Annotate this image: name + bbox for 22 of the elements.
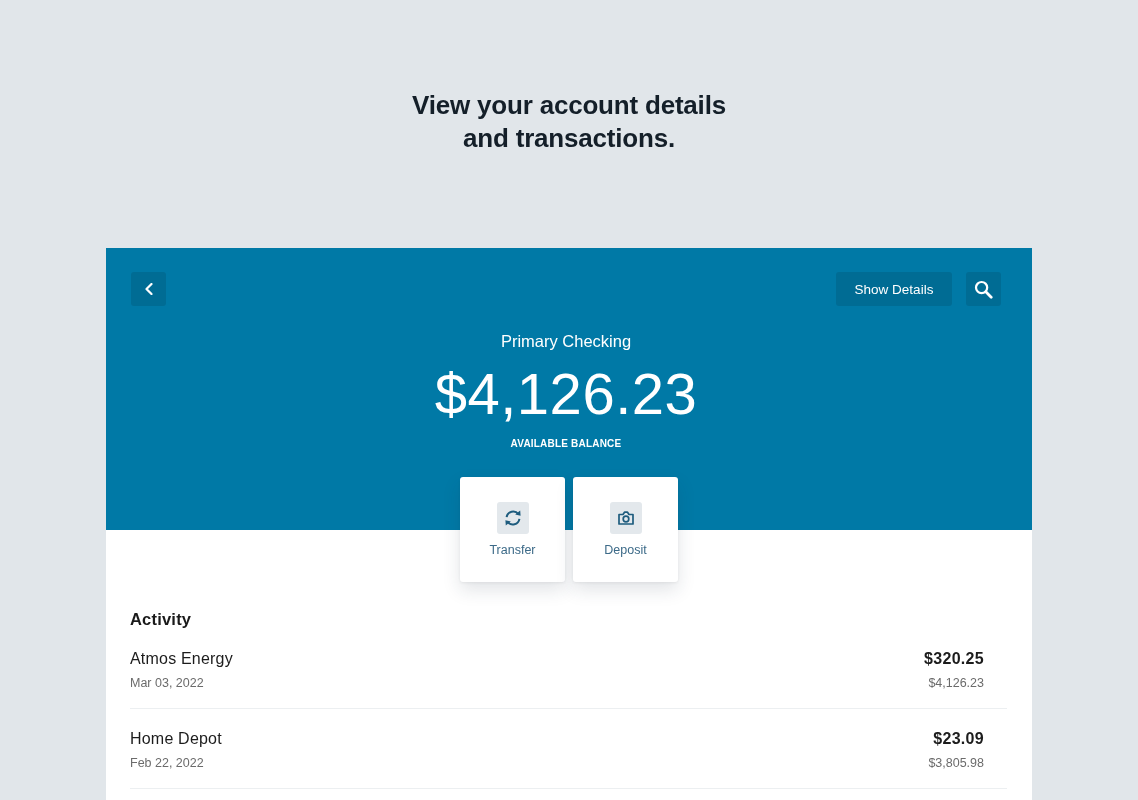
transaction-amount: $23.09 — [933, 729, 984, 749]
transaction-date: Feb 22, 2022 — [130, 755, 205, 771]
headline-text: View your account details and transactions. — [411, 89, 727, 155]
search-button[interactable] — [966, 272, 1001, 306]
show-details-button[interactable]: Show Details — [836, 272, 952, 306]
back-button[interactable] — [131, 272, 166, 306]
deposit-button[interactable]: Deposit — [573, 477, 678, 582]
payee-name: Atmos Energy — [130, 649, 233, 669]
balance-label: AVAILABLE BALANCE — [509, 438, 623, 450]
transaction-amount: $320.25 — [924, 649, 984, 669]
account-name: Primary Checking — [499, 331, 633, 351]
camera-icon — [609, 502, 642, 534]
payee-name: Home Depot — [130, 729, 222, 749]
transaction-date: Mar 03, 2022 — [130, 675, 205, 691]
running-balance: $4,126.23 — [928, 675, 984, 691]
chevron-left-icon — [144, 283, 153, 295]
activity-heading: Activity — [130, 609, 193, 629]
search-icon — [974, 279, 993, 299]
balance-amount: $4,126.23 — [433, 360, 699, 428]
transfer-button[interactable]: Transfer — [460, 477, 565, 582]
sync-arrows-icon — [496, 502, 529, 534]
running-balance: $3,805.98 — [928, 755, 984, 771]
